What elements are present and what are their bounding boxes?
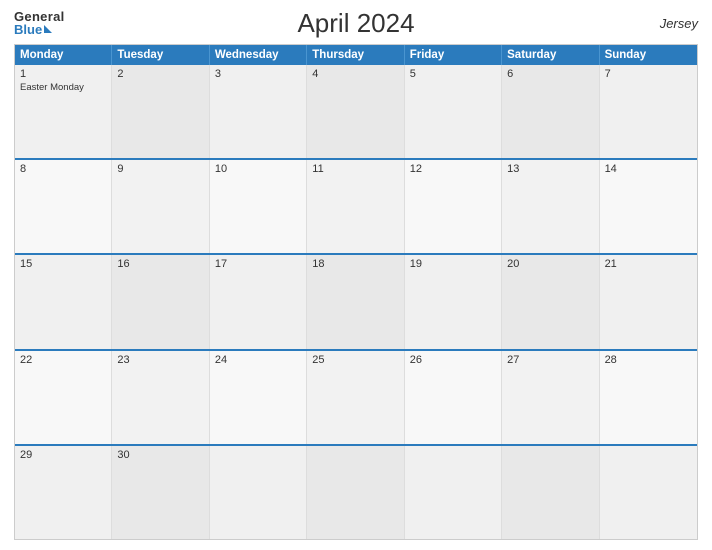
day-number: 26 xyxy=(410,354,496,366)
calendar-cell: 9 xyxy=(112,160,209,253)
day-number: 14 xyxy=(605,163,692,175)
calendar-cell: 27 xyxy=(502,351,599,444)
day-number: 12 xyxy=(410,163,496,175)
calendar-cell: 1 Easter Monday xyxy=(15,65,112,158)
calendar-cell xyxy=(502,446,599,539)
calendar-cell: 20 xyxy=(502,255,599,348)
calendar-cell: 19 xyxy=(405,255,502,348)
calendar-cell: 10 xyxy=(210,160,307,253)
day-number: 27 xyxy=(507,354,593,366)
calendar-cell: 21 xyxy=(600,255,697,348)
header-day-friday: Friday xyxy=(405,45,502,65)
calendar-header: MondayTuesdayWednesdayThursdayFridaySatu… xyxy=(15,45,697,65)
day-number: 25 xyxy=(312,354,398,366)
day-number: 9 xyxy=(117,163,203,175)
calendar-week-1: 1 Easter Monday 234567 xyxy=(15,65,697,158)
calendar-cell: 6 xyxy=(502,65,599,158)
day-number: 10 xyxy=(215,163,301,175)
header-day-wednesday: Wednesday xyxy=(210,45,307,65)
day-number: 3 xyxy=(215,68,301,80)
calendar-cell: 18 xyxy=(307,255,404,348)
calendar-cell: 15 xyxy=(15,255,112,348)
day-number: 2 xyxy=(117,68,203,80)
calendar-title: April 2024 xyxy=(297,8,414,39)
calendar-cell: 2 xyxy=(112,65,209,158)
page: General Blue April 2024 Jersey MondayTue… xyxy=(0,0,712,550)
calendar-cell: 14 xyxy=(600,160,697,253)
day-number: 15 xyxy=(20,258,106,270)
day-number: 23 xyxy=(117,354,203,366)
calendar-cell xyxy=(600,446,697,539)
day-number: 7 xyxy=(605,68,692,80)
calendar-cell: 29 xyxy=(15,446,112,539)
logo-triangle-icon xyxy=(44,25,52,33)
day-number: 30 xyxy=(117,449,203,461)
calendar-cell: 12 xyxy=(405,160,502,253)
header-day-sunday: Sunday xyxy=(600,45,697,65)
day-number: 5 xyxy=(410,68,496,80)
day-number: 16 xyxy=(117,258,203,270)
calendar: MondayTuesdayWednesdayThursdayFridaySatu… xyxy=(14,44,698,540)
header-day-saturday: Saturday xyxy=(502,45,599,65)
calendar-cell: 23 xyxy=(112,351,209,444)
logo: General Blue xyxy=(14,10,65,36)
day-number: 8 xyxy=(20,163,106,175)
calendar-cell: 25 xyxy=(307,351,404,444)
day-number: 22 xyxy=(20,354,106,366)
day-number: 19 xyxy=(410,258,496,270)
calendar-cell: 4 xyxy=(307,65,404,158)
calendar-week-3: 15 16 17 18 19 20 21 xyxy=(15,253,697,348)
event-label: Easter Monday xyxy=(20,82,106,93)
calendar-cell: 8 xyxy=(15,160,112,253)
calendar-cell: 22 xyxy=(15,351,112,444)
calendar-cell: 16 xyxy=(112,255,209,348)
header-day-thursday: Thursday xyxy=(307,45,404,65)
day-number: 4 xyxy=(312,68,398,80)
day-number: 21 xyxy=(605,258,692,270)
calendar-week-4: 22 23 24 25 26 27 28 xyxy=(15,349,697,444)
calendar-cell: 3 xyxy=(210,65,307,158)
logo-blue-text: Blue xyxy=(14,23,65,36)
calendar-cell xyxy=(405,446,502,539)
header: General Blue April 2024 Jersey xyxy=(14,10,698,36)
calendar-cell: 30 xyxy=(112,446,209,539)
day-number: 11 xyxy=(312,163,398,175)
calendar-week-5: 29 30 xyxy=(15,444,697,539)
calendar-cell: 28 xyxy=(600,351,697,444)
day-number: 6 xyxy=(507,68,593,80)
day-number: 24 xyxy=(215,354,301,366)
day-number: 28 xyxy=(605,354,692,366)
day-number: 29 xyxy=(20,449,106,461)
calendar-cell xyxy=(307,446,404,539)
calendar-body: 1Easter Monday23456789101112131415161718… xyxy=(15,65,697,539)
calendar-cell: 5 xyxy=(405,65,502,158)
calendar-cell: 17 xyxy=(210,255,307,348)
header-day-tuesday: Tuesday xyxy=(112,45,209,65)
day-number: 1 xyxy=(20,68,106,80)
calendar-cell: 26 xyxy=(405,351,502,444)
day-number: 20 xyxy=(507,258,593,270)
day-number: 18 xyxy=(312,258,398,270)
header-day-monday: Monday xyxy=(15,45,112,65)
calendar-cell: 11 xyxy=(307,160,404,253)
calendar-cell: 24 xyxy=(210,351,307,444)
region-label: Jersey xyxy=(660,16,698,31)
calendar-cell: 13 xyxy=(502,160,599,253)
day-number: 13 xyxy=(507,163,593,175)
calendar-week-2: 89 10 11 12 13 14 xyxy=(15,158,697,253)
day-number: 17 xyxy=(215,258,301,270)
calendar-cell xyxy=(210,446,307,539)
calendar-cell: 7 xyxy=(600,65,697,158)
